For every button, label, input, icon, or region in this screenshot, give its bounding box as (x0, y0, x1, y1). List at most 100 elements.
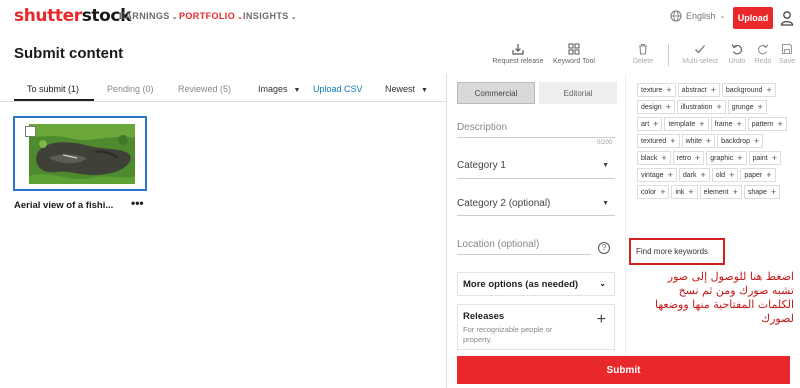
category1-select[interactable]: Category 1 ▼ (457, 160, 615, 171)
multi-select-label: Multi-select (682, 58, 718, 65)
add-keyword-icon[interactable]: + (666, 85, 671, 95)
keyword-chip[interactable]: shape + (743, 185, 781, 199)
upload-csv-link[interactable]: Upload CSV (313, 84, 363, 94)
add-release-icon[interactable]: + (597, 311, 606, 329)
download-icon (512, 44, 524, 55)
keyword-chip[interactable]: pattern + (747, 117, 787, 131)
tab-reviewed[interactable]: Reviewed (5) (178, 84, 231, 94)
find-more-keywords-button[interactable]: Find more keywords (629, 238, 725, 265)
user-icon[interactable] (780, 10, 794, 26)
keyword-chip[interactable]: texture + (637, 83, 676, 97)
keyword-text: design (641, 103, 662, 111)
location-field[interactable]: Location (optional) (457, 239, 539, 250)
keyword-chip[interactable]: vintage + (637, 168, 677, 182)
keyword-text: paper (744, 171, 763, 179)
shutterstock-logo[interactable]: shutterstock (14, 6, 131, 26)
add-keyword-icon[interactable]: + (766, 85, 771, 95)
add-keyword-icon[interactable]: + (660, 187, 665, 197)
request-release-label: Request release (492, 58, 544, 65)
upload-button[interactable]: Upload (733, 7, 773, 29)
keyword-chip[interactable]: color + (637, 185, 670, 199)
delete-button[interactable]: Delete (629, 42, 657, 65)
keyword-chip[interactable]: old + (711, 168, 739, 182)
more-options-icon[interactable]: ••• (131, 196, 144, 210)
keyword-chip[interactable]: background + (721, 83, 776, 97)
editorial-toggle[interactable]: Editorial (539, 82, 617, 104)
keyword-chip[interactable]: textured + (637, 134, 680, 148)
add-keyword-icon[interactable]: + (757, 102, 762, 112)
category1-label: Category 1 (457, 160, 506, 171)
add-keyword-icon[interactable]: + (766, 170, 771, 180)
select-checkbox[interactable] (25, 126, 36, 137)
keyword-chip[interactable]: grunge + (727, 100, 767, 114)
add-keyword-icon[interactable]: + (778, 119, 783, 129)
keyword-chip[interactable]: element + (699, 185, 742, 199)
image-type-dropdown[interactable]: Images ▼ (258, 84, 300, 94)
help-icon[interactable]: ? (598, 242, 610, 254)
category2-label: Category 2 (optional) (457, 198, 551, 209)
description-field[interactable]: Description (457, 122, 507, 133)
keyword-chip[interactable]: black + (637, 151, 671, 165)
add-keyword-icon[interactable]: + (653, 119, 658, 129)
add-keyword-icon[interactable]: + (737, 153, 742, 163)
multi-select-button[interactable]: Multi-select (679, 42, 721, 65)
keyword-text: vintage (641, 171, 664, 179)
nav-portfolio[interactable]: PORTFOLIO ⌄ (179, 11, 243, 21)
keyword-text: paint (752, 154, 768, 162)
sort-dropdown[interactable]: Newest ▼ (385, 84, 428, 94)
annotation-note: اضغط هنا للوصول إلى صور تشبه صورك ومن ثم… (654, 270, 794, 325)
keyword-text: shape (747, 188, 767, 196)
add-keyword-icon[interactable]: + (733, 187, 738, 197)
add-keyword-icon[interactable]: + (666, 102, 671, 112)
keyword-chip[interactable]: design + (637, 100, 675, 114)
add-keyword-icon[interactable]: + (711, 85, 716, 95)
keyword-chip[interactable]: paint + (748, 151, 781, 165)
redo-button[interactable]: Redo (752, 42, 774, 65)
add-keyword-icon[interactable]: + (661, 153, 666, 163)
request-release-button[interactable]: Request release (491, 42, 545, 65)
add-keyword-icon[interactable]: + (736, 119, 741, 129)
add-keyword-icon[interactable]: + (716, 102, 721, 112)
save-button[interactable]: Save (776, 42, 798, 65)
grid-icon (568, 43, 580, 55)
add-keyword-icon[interactable]: + (754, 136, 759, 146)
keyword-text: ink (675, 188, 685, 196)
keyword-chip[interactable]: art + (637, 117, 663, 131)
category2-select[interactable]: Category 2 (optional) ▼ (457, 198, 615, 209)
add-keyword-icon[interactable]: + (729, 170, 734, 180)
undo-button[interactable]: Undo (725, 42, 749, 65)
keyword-text: abstract (681, 86, 707, 94)
keyword-chip[interactable]: illustration + (676, 100, 726, 114)
add-keyword-icon[interactable]: + (699, 119, 704, 129)
keyword-chip[interactable]: backdrop + (717, 134, 764, 148)
commercial-toggle[interactable]: Commercial (457, 82, 535, 104)
keyword-chip[interactable]: dark + (678, 168, 710, 182)
keyword-chip[interactable]: frame + (710, 117, 746, 131)
keyword-chip[interactable]: ink + (671, 185, 698, 199)
keyword-chip[interactable]: white + (681, 134, 716, 148)
language-selector[interactable]: English ⌄ (670, 10, 725, 22)
add-keyword-icon[interactable]: + (772, 153, 777, 163)
trash-icon (639, 43, 647, 55)
add-keyword-icon[interactable]: + (668, 170, 673, 180)
tab-to-submit[interactable]: To submit (1) (27, 84, 79, 94)
nav-insights[interactable]: INSIGHTS ⌄ (243, 11, 297, 21)
keyword-chip[interactable]: paper + (740, 168, 776, 182)
add-keyword-icon[interactable]: + (670, 136, 675, 146)
nav-earnings[interactable]: EARNINGS ⌄ (119, 11, 178, 21)
more-options-toggle[interactable]: More options (as needed) ⌄ (457, 272, 615, 296)
keyword-chip[interactable]: retro + (672, 151, 705, 165)
add-keyword-icon[interactable]: + (688, 187, 693, 197)
add-keyword-icon[interactable]: + (695, 153, 700, 163)
submit-button[interactable]: Submit (457, 356, 790, 384)
add-keyword-icon[interactable]: + (771, 187, 776, 197)
keyword-chip[interactable]: graphic + (706, 151, 747, 165)
keyword-chip[interactable]: abstract + (677, 83, 720, 97)
add-keyword-icon[interactable]: + (706, 136, 711, 146)
page-title: Submit content (14, 45, 124, 62)
tab-pending[interactable]: Pending (0) (107, 84, 154, 94)
keyword-chip[interactable]: template + (664, 117, 709, 131)
image-card[interactable] (13, 116, 147, 191)
add-keyword-icon[interactable]: + (700, 170, 705, 180)
keyword-tool-button[interactable]: Keyword Tool (549, 42, 599, 65)
